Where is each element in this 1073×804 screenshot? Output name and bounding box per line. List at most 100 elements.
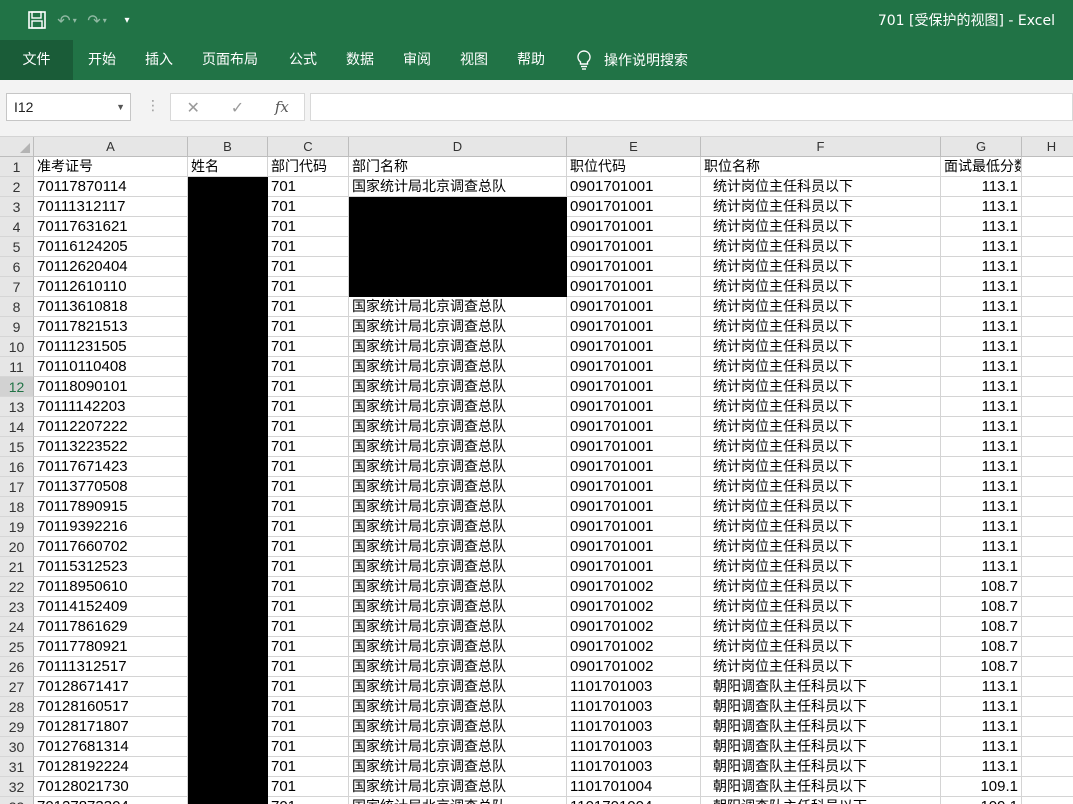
- table-cell[interactable]: 国家统计局北京调查总队: [349, 697, 567, 717]
- table-cell[interactable]: 701: [268, 537, 349, 557]
- table-cell[interactable]: 0901701002: [567, 637, 701, 657]
- table-cell[interactable]: 701: [268, 697, 349, 717]
- table-cell[interactable]: 113.1: [941, 477, 1022, 497]
- row-header[interactable]: 10: [0, 337, 34, 357]
- table-cell[interactable]: 113.1: [941, 757, 1022, 777]
- table-cell[interactable]: 70111312517: [34, 657, 188, 677]
- table-cell[interactable]: [1022, 417, 1073, 437]
- table-cell[interactable]: 70117671423: [34, 457, 188, 477]
- table-cell[interactable]: [188, 477, 268, 497]
- table-cell[interactable]: 朝阳调查队主任科员以下: [701, 677, 941, 697]
- table-cell[interactable]: 0901701001: [567, 437, 701, 457]
- table-cell[interactable]: [1022, 217, 1073, 237]
- table-cell[interactable]: [1022, 337, 1073, 357]
- table-cell[interactable]: 统计岗位主任科员以下: [701, 417, 941, 437]
- table-cell[interactable]: 0901701001: [567, 517, 701, 537]
- table-cell[interactable]: 108.7: [941, 617, 1022, 637]
- row-header[interactable]: 20: [0, 537, 34, 557]
- table-cell[interactable]: 113.1: [941, 357, 1022, 377]
- table-cell[interactable]: 70114152409: [34, 597, 188, 617]
- table-cell[interactable]: 701: [268, 237, 349, 257]
- table-cell[interactable]: 70113610818: [34, 297, 188, 317]
- table-cell[interactable]: 701: [268, 677, 349, 697]
- table-cell[interactable]: 1101701003: [567, 737, 701, 757]
- table-cell[interactable]: 70117780921: [34, 637, 188, 657]
- table-cell[interactable]: 70119392216: [34, 517, 188, 537]
- table-cell[interactable]: [188, 737, 268, 757]
- enter-icon[interactable]: ✓: [215, 98, 259, 117]
- table-cell[interactable]: 701: [268, 417, 349, 437]
- table-cell[interactable]: 统计岗位主任科员以下: [701, 537, 941, 557]
- row-header[interactable]: 1: [0, 157, 34, 177]
- table-cell[interactable]: 1101701004: [567, 777, 701, 797]
- table-cell[interactable]: 0901701001: [567, 497, 701, 517]
- row-header[interactable]: 33: [0, 797, 34, 804]
- table-cell[interactable]: 0901701001: [567, 537, 701, 557]
- column-header-g[interactable]: G: [941, 137, 1022, 157]
- table-cell[interactable]: 国家统计局北京调查总队: [349, 297, 567, 317]
- table-cell[interactable]: [1022, 617, 1073, 637]
- table-cell[interactable]: 113.1: [941, 337, 1022, 357]
- table-cell[interactable]: 70117890915: [34, 497, 188, 517]
- table-cell[interactable]: 70110110408: [34, 357, 188, 377]
- table-cell[interactable]: 国家统计局北京调查总队: [349, 737, 567, 757]
- table-cell[interactable]: 701: [268, 177, 349, 197]
- table-cell[interactable]: 国家统计局北京调查总队: [349, 177, 567, 197]
- table-cell[interactable]: 国家统计局北京调查总队: [349, 517, 567, 537]
- table-cell[interactable]: 国家统计局北京调查总队: [349, 617, 567, 637]
- table-cell[interactable]: 701: [268, 457, 349, 477]
- table-cell[interactable]: [188, 197, 268, 217]
- table-cell[interactable]: 1101701003: [567, 697, 701, 717]
- spreadsheet-grid[interactable]: A B C D E F G H 1 准考证号 姓名 部门代码 部门名称 职位代码 职位名称 面试最低分数 2 70…: [0, 137, 1073, 804]
- redo-icon[interactable]: ↷ ▾: [82, 5, 112, 35]
- row-header[interactable]: 29: [0, 717, 34, 737]
- row-header[interactable]: 18: [0, 497, 34, 517]
- table-cell[interactable]: 70117870114: [34, 177, 188, 197]
- table-cell[interactable]: 统计岗位主任科员以下: [701, 237, 941, 257]
- table-cell[interactable]: 70128192224: [34, 757, 188, 777]
- table-cell[interactable]: [1022, 657, 1073, 677]
- table-cell[interactable]: [188, 437, 268, 457]
- table-cell[interactable]: 统计岗位主任科员以下: [701, 257, 941, 277]
- table-cell[interactable]: 70128671417: [34, 677, 188, 697]
- table-cell[interactable]: 国家统计局北京调查总队: [349, 597, 567, 617]
- row-header[interactable]: 32: [0, 777, 34, 797]
- table-cell[interactable]: [1022, 777, 1073, 797]
- table-cell[interactable]: 0901701001: [567, 377, 701, 397]
- row-header[interactable]: 27: [0, 677, 34, 697]
- table-cell[interactable]: 113.1: [941, 517, 1022, 537]
- table-cell[interactable]: [188, 637, 268, 657]
- table-cell[interactable]: 国家统计局北京调查总队: [349, 677, 567, 697]
- table-cell[interactable]: 701: [268, 377, 349, 397]
- table-cell[interactable]: 113.1: [941, 377, 1022, 397]
- table-cell[interactable]: 国家统计局北京调查总队: [349, 337, 567, 357]
- table-cell[interactable]: 国家统计局北京调查总队: [349, 397, 567, 417]
- row-header[interactable]: 7: [0, 277, 34, 297]
- table-cell[interactable]: 统计岗位主任科员以下: [701, 337, 941, 357]
- table-cell[interactable]: 统计岗位主任科员以下: [701, 317, 941, 337]
- row-header[interactable]: 17: [0, 477, 34, 497]
- table-cell[interactable]: [1022, 597, 1073, 617]
- table-cell[interactable]: 国家统计局北京调查总队: [349, 577, 567, 597]
- table-cell[interactable]: 朝阳调查队主任科员以下: [701, 777, 941, 797]
- table-cell[interactable]: [188, 777, 268, 797]
- table-cell[interactable]: 统计岗位主任科员以下: [701, 517, 941, 537]
- table-cell[interactable]: 109.1: [941, 797, 1022, 804]
- table-cell[interactable]: 国家统计局北京调查总队: [349, 357, 567, 377]
- table-cell[interactable]: [1022, 377, 1073, 397]
- header-cell[interactable]: 职位名称: [701, 157, 941, 177]
- table-cell[interactable]: [188, 357, 268, 377]
- tab-home[interactable]: 开始: [88, 40, 116, 80]
- name-box[interactable]: I12 ▼: [6, 93, 131, 121]
- save-icon[interactable]: [22, 5, 52, 35]
- table-cell[interactable]: 70128021730: [34, 777, 188, 797]
- table-cell[interactable]: 统计岗位主任科员以下: [701, 217, 941, 237]
- table-cell[interactable]: 113.1: [941, 717, 1022, 737]
- table-cell[interactable]: [1022, 797, 1073, 804]
- table-cell[interactable]: 701: [268, 397, 349, 417]
- table-cell[interactable]: [188, 217, 268, 237]
- table-cell[interactable]: 国家统计局北京调查总队: [349, 557, 567, 577]
- header-cell[interactable]: 职位代码: [567, 157, 701, 177]
- table-cell[interactable]: [188, 577, 268, 597]
- table-cell[interactable]: 701: [268, 517, 349, 537]
